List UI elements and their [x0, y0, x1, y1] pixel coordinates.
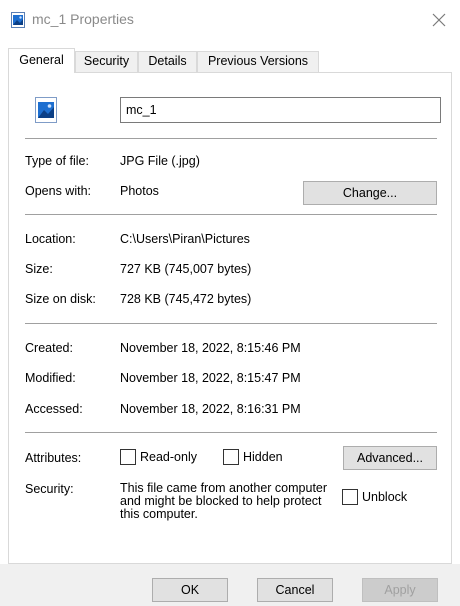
window-title: mc_1 Properties [32, 11, 134, 27]
size-label: Size: [25, 262, 53, 276]
location-value: C:\Users\Piran\Pictures [120, 232, 250, 246]
close-icon [432, 13, 446, 27]
hidden-label: Hidden [243, 450, 283, 464]
security-label: Security: [25, 482, 74, 496]
unblock-checkbox[interactable]: Unblock [342, 489, 407, 505]
advanced-button[interactable]: Advanced... [343, 446, 437, 470]
hidden-checkbox[interactable]: Hidden [223, 449, 283, 465]
opens-with-value: Photos [120, 184, 159, 198]
readonly-checkbox-box[interactable] [120, 449, 136, 465]
type-of-file-value: JPG File (.jpg) [120, 154, 200, 168]
divider [25, 432, 437, 433]
cancel-button[interactable]: Cancel [257, 578, 333, 602]
created-value: November 18, 2022, 8:15:46 PM [120, 341, 301, 355]
tab-label: General [19, 53, 64, 67]
change-button[interactable]: Change... [303, 181, 437, 205]
apply-button[interactable]: Apply [362, 578, 438, 602]
hidden-checkbox-box[interactable] [223, 449, 239, 465]
location-label: Location: [25, 232, 76, 246]
readonly-checkbox[interactable]: Read-only [120, 449, 197, 465]
general-tab-panel: Type of file: JPG File (.jpg) Opens with… [8, 72, 452, 564]
security-message: This file came from another computer and… [120, 481, 328, 521]
tab-label: Details [148, 54, 187, 68]
size-on-disk-label: Size on disk: [25, 292, 96, 306]
tab-previous-versions[interactable]: Previous Versions [197, 51, 319, 72]
attributes-label: Attributes: [25, 451, 82, 465]
tab-details[interactable]: Details [138, 51, 197, 72]
tab-label: Security [83, 54, 130, 68]
ok-button[interactable]: OK [152, 578, 228, 602]
size-value: 727 KB (745,007 bytes) [120, 262, 252, 276]
title-bar: mc_1 Properties [0, 0, 460, 40]
size-on-disk-value: 728 KB (745,472 bytes) [120, 292, 252, 306]
tab-label: Previous Versions [207, 54, 309, 68]
readonly-label: Read-only [140, 450, 197, 464]
divider [25, 214, 437, 215]
opens-with-label: Opens with: [25, 184, 92, 198]
unblock-label: Unblock [362, 490, 408, 504]
accessed-label: Accessed: [25, 402, 83, 416]
dialog-footer: OK Cancel Apply [0, 564, 460, 606]
divider [25, 138, 437, 139]
file-name-input[interactable] [120, 97, 441, 123]
modified-label: Modified: [25, 371, 76, 385]
accessed-value: November 18, 2022, 8:16:31 PM [120, 402, 301, 416]
created-label: Created: [25, 341, 73, 355]
close-button[interactable] [424, 6, 454, 34]
modified-value: November 18, 2022, 8:15:47 PM [120, 371, 301, 385]
tab-security[interactable]: Security [75, 51, 138, 72]
tab-strip: General Security Details Previous Versio… [8, 48, 452, 73]
unblock-checkbox-box[interactable] [342, 489, 358, 505]
divider [25, 323, 437, 324]
tab-general[interactable]: General [8, 48, 75, 73]
image-file-icon [11, 12, 25, 28]
image-file-icon [35, 97, 57, 123]
type-of-file-label: Type of file: [25, 154, 89, 168]
